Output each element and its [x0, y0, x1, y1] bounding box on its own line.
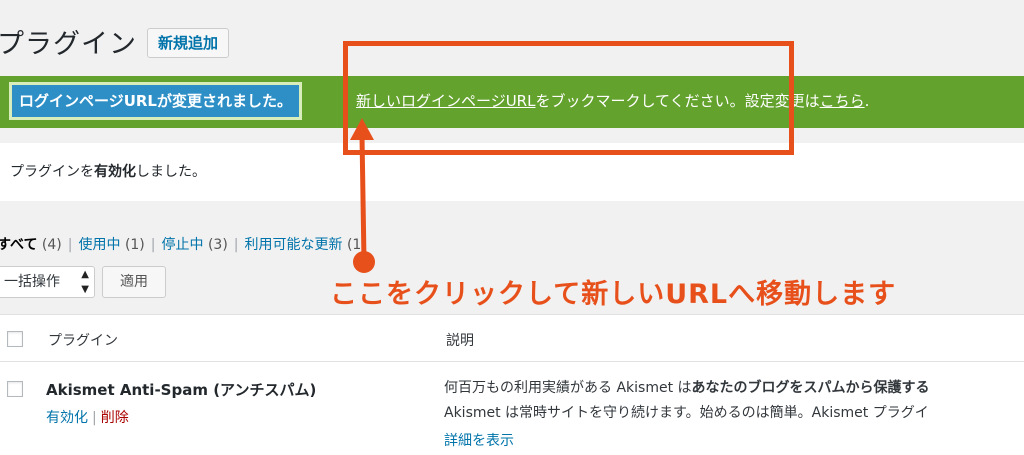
notice-end-text: .	[864, 92, 870, 110]
arrow-origin-dot	[353, 251, 375, 273]
desc-bold: あなたのブログをスパムから保護する	[691, 380, 930, 396]
filter-all-count: (4)	[41, 237, 62, 253]
desc-prefix: 何百万もの利用実績がある Akismet は	[444, 380, 692, 396]
plugin-row-actions: 有効化 | 削除	[46, 407, 129, 427]
filter-all[interactable]: すべて	[0, 237, 37, 253]
view-details-link[interactable]: 詳細を表示	[444, 433, 514, 449]
settings-here-link[interactable]: こちら	[820, 92, 865, 110]
filter-separator: |	[150, 237, 156, 253]
filter-separator: |	[67, 237, 73, 253]
select-all-checkbox[interactable]	[7, 331, 23, 347]
page-title: プラグイン	[0, 29, 137, 60]
activated-bold: 有効化	[94, 164, 136, 180]
select-arrows-icon: ▲ ▼	[81, 269, 89, 295]
column-header-plugin[interactable]: プラグイン	[48, 330, 118, 350]
column-header-description: 説明	[446, 333, 474, 349]
annotation-text: ここをクリックして新しいURLへ移動します	[330, 279, 897, 310]
arrow-head	[350, 118, 374, 140]
filter-inactive-count: (3)	[207, 237, 228, 253]
activate-link[interactable]: 有効化	[46, 410, 88, 426]
delete-link[interactable]: 削除	[101, 410, 129, 426]
plugin-description-line2: Akismet は常時サイトを守り続けます。始めるのは簡単。Akismet プラ…	[444, 405, 929, 421]
annotation-arrow-icon	[350, 118, 375, 273]
apply-button[interactable]: 適用	[102, 266, 166, 298]
activated-notice-text: プラグインを有効化しました。	[10, 161, 206, 181]
annotation-highlight-box	[343, 41, 794, 155]
notice-badge: ログインページURLが変更されました。	[9, 82, 302, 120]
plugin-name: Akismet Anti-Spam (アンチスパム)	[46, 381, 317, 399]
filter-separator: |	[233, 237, 239, 253]
filter-inactive[interactable]: 停止中	[162, 237, 204, 253]
bulk-action-select[interactable]: 一括操作 ▲ ▼	[0, 266, 95, 298]
filter-update-available[interactable]: 利用可能な更新	[245, 237, 343, 253]
bulk-action-selected: 一括操作	[4, 274, 60, 290]
filter-active-count: (1)	[124, 237, 145, 253]
arrow-shaft	[359, 135, 367, 261]
action-separator: |	[92, 410, 97, 426]
filter-active[interactable]: 使用中	[78, 237, 120, 253]
plugin-status-filters: すべて (4) | 使用中 (1) | 停止中 (3) | 利用可能な更新 (1)	[0, 234, 367, 254]
activated-prefix: プラグインを	[10, 164, 94, 180]
activated-suffix: しました。	[136, 164, 206, 180]
add-new-button[interactable]: 新規追加	[147, 28, 230, 58]
plugin-description-line1: 何百万もの利用実績がある Akismet はあなたのブログをスパムから保護する	[444, 377, 930, 397]
table-header-row	[0, 314, 1024, 362]
row-checkbox[interactable]	[7, 381, 23, 397]
plugin-meta-line: 詳細を表示	[444, 430, 514, 450]
